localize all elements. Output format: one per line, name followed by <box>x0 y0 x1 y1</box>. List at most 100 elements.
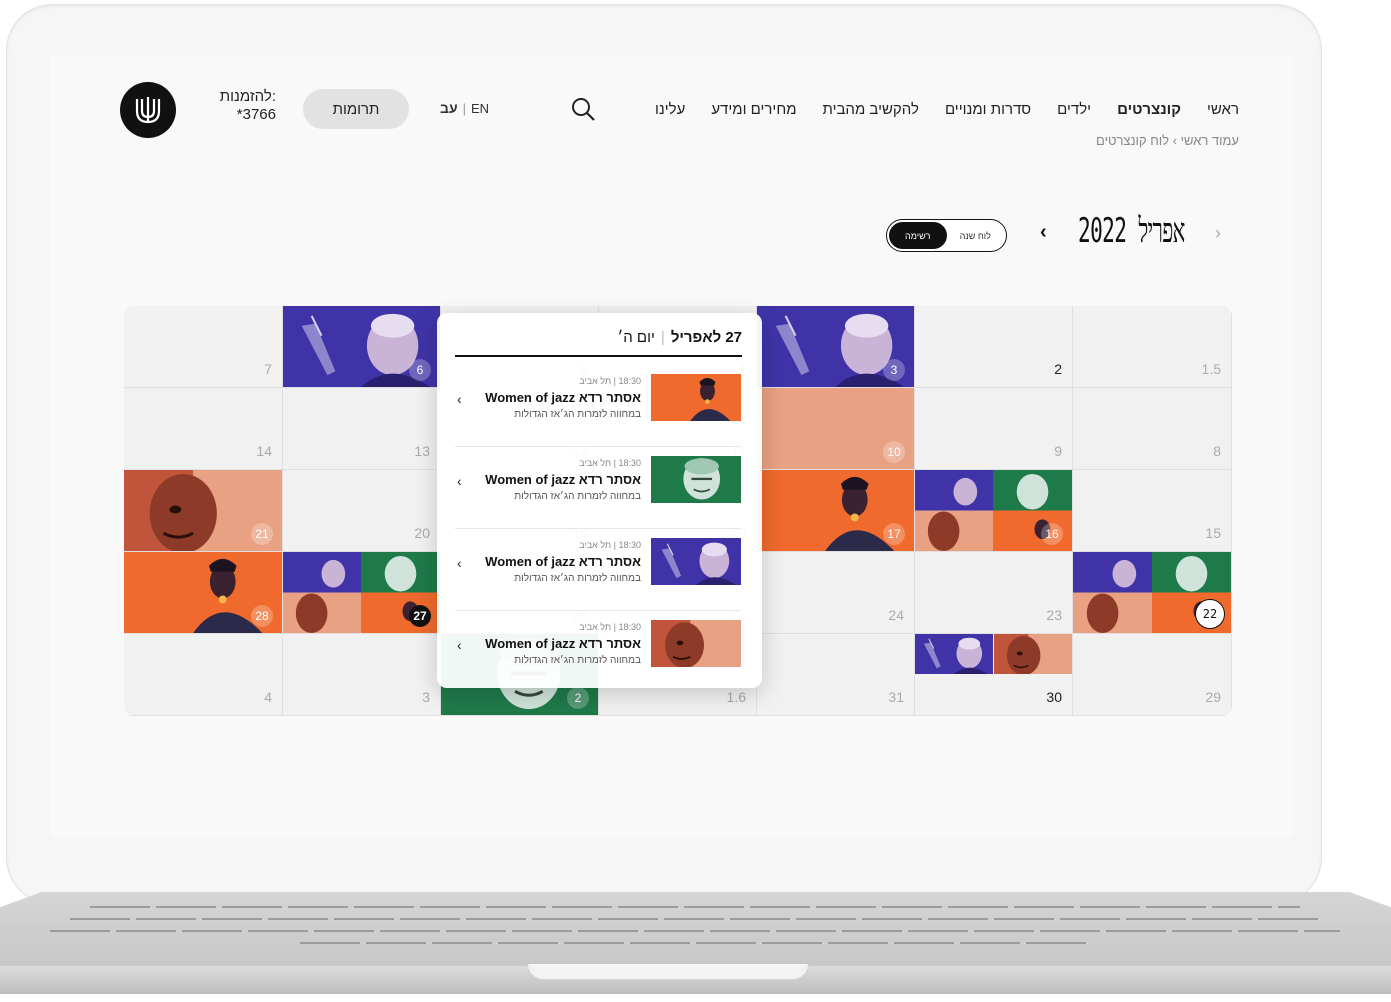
view-list-button[interactable]: רשימה <box>889 222 947 249</box>
event-subtitle: במחווה לזמרות הג׳אז הגדולות <box>514 655 641 666</box>
view-toggle: רשימה לוח שנה <box>886 219 1007 252</box>
lang-en-link[interactable]: EN <box>471 101 489 116</box>
orders-phone[interactable]: *3766 <box>200 106 276 124</box>
day-number: 3 <box>422 689 430 705</box>
event-thumbnail <box>651 456 741 503</box>
today-marker: 22 <box>1195 599 1225 629</box>
event-title: אסתר רדא Women of jazz <box>485 636 641 651</box>
day-number: 2 <box>567 687 589 709</box>
lang-he-link[interactable]: עב <box>440 100 458 116</box>
day-cell[interactable]: 1.5 <box>1073 306 1232 388</box>
breadcrumb: עמוד ראשי › לוח קונצרטים <box>1096 133 1239 148</box>
day-cell[interactable]: 22 <box>1073 552 1232 634</box>
chevron-left-icon[interactable]: ‹ <box>457 473 462 489</box>
nav-item-kids[interactable]: ילדים <box>1057 101 1091 118</box>
next-month-arrow[interactable]: › <box>1215 223 1221 244</box>
keyboard-row <box>70 918 1320 920</box>
popup-divider <box>455 355 742 357</box>
event-title: אסתר רדא Women of jazz <box>485 554 641 569</box>
day-number: 14 <box>256 443 272 459</box>
day-number: 8 <box>1213 443 1221 459</box>
day-number: 4 <box>264 689 272 705</box>
day-number: 7 <box>264 361 272 377</box>
day-cell[interactable]: 27 <box>282 552 441 634</box>
day-number: 6 <box>409 359 431 381</box>
nav-item-listen-home[interactable]: להקשיב מהבית <box>823 101 919 118</box>
popup-header: 27 לאפריל | יום ה׳ <box>617 329 742 346</box>
nav-item-home[interactable]: ראשי <box>1207 101 1239 118</box>
day-cell[interactable]: 24 <box>756 552 915 634</box>
day-cell[interactable]: 15 <box>1073 470 1232 552</box>
day-cell[interactable]: 6 <box>282 306 441 388</box>
event-subtitle: במחווה לזמרות הג׳אז הגדולות <box>514 573 641 584</box>
day-number: 9 <box>1054 443 1062 459</box>
menorah-icon <box>135 97 161 124</box>
lang-separator: | <box>462 101 467 116</box>
day-cell[interactable]: 10 <box>756 388 915 470</box>
day-cell[interactable]: 14 <box>124 388 283 470</box>
chevron-left-icon[interactable]: ‹ <box>457 391 462 407</box>
nav-item-concerts[interactable]: קונצרטים <box>1117 101 1181 118</box>
event-thumbnail <box>651 620 741 667</box>
day-number: 28 <box>251 605 273 627</box>
day-cell[interactable]: 20 <box>282 470 441 552</box>
day-cell[interactable]: 30 <box>914 634 1073 716</box>
day-number: 10 <box>883 441 905 463</box>
event-item[interactable]: 18:30 | תל אביב אסתר רדא Women of jazz ב… <box>455 611 741 688</box>
event-meta: 18:30 | תל אביב <box>579 540 641 550</box>
day-number: 1.5 <box>1201 361 1221 377</box>
popup-date: 27 לאפריל <box>670 329 742 346</box>
day-cell[interactable]: 28 <box>124 552 283 634</box>
event-time: 18:30 <box>618 458 641 468</box>
day-cell[interactable]: 8 <box>1073 388 1232 470</box>
day-cell[interactable]: 2 <box>914 306 1073 388</box>
day-cell[interactable]: 17 <box>756 470 915 552</box>
event-time: 18:30 <box>618 540 641 550</box>
language-switcher: עב | EN <box>440 100 489 116</box>
event-place: תל אביב <box>579 622 612 632</box>
day-cell[interactable]: 4 <box>124 634 283 716</box>
day-number: 31 <box>888 689 904 705</box>
keyboard-row <box>50 930 1340 932</box>
day-cell[interactable]: 13 <box>282 388 441 470</box>
prev-month-arrow[interactable]: ‹ <box>1040 221 1047 244</box>
event-meta: 18:30 | תל אביב <box>579 622 641 632</box>
view-year-button[interactable]: לוח שנה <box>947 222 1005 249</box>
day-cell[interactable]: 3 <box>282 634 441 716</box>
laptop-frame: להזמנות: *3766 תרומות עב | EN ראשי קונצרטי… <box>6 4 1322 904</box>
event-meta: 18:30 | תל אביב <box>579 376 641 386</box>
day-cell[interactable]: 9 <box>914 388 1073 470</box>
chevron-left-icon[interactable]: ‹ <box>457 555 462 571</box>
event-item[interactable]: 18:30 | תל אביב אסתר רדא Women of jazz ב… <box>455 365 741 447</box>
event-time: 18:30 <box>618 622 641 632</box>
event-place: תל אביב <box>579 376 612 386</box>
search-icon[interactable] <box>570 96 596 122</box>
event-item[interactable]: 18:30 | תל אביב אסתר רדא Women of jazz ב… <box>455 447 741 529</box>
nav-item-prices[interactable]: מחירים ומידע <box>711 101 796 118</box>
nav-item-series[interactable]: סדרות ומנויים <box>945 101 1031 118</box>
chevron-left-icon[interactable]: ‹ <box>457 637 462 653</box>
day-cell[interactable]: 21 <box>124 470 283 552</box>
nav-item-about[interactable]: עלינו <box>655 101 685 118</box>
day-cell[interactable]: 3 <box>756 306 915 388</box>
day-cell[interactable]: 23 <box>914 552 1073 634</box>
donate-button[interactable]: תרומות <box>303 89 409 129</box>
day-number: 3 <box>883 359 905 381</box>
browser-viewport: להזמנות: *3766 תרומות עב | EN ראשי קונצרטי… <box>50 55 1293 837</box>
keyboard-row <box>300 942 1090 944</box>
day-number: 23 <box>1046 607 1062 623</box>
laptop-notch <box>527 964 809 980</box>
day-number: 29 <box>1205 689 1221 705</box>
laptop-base <box>0 892 1391 1002</box>
popup-weekday: יום ה׳ <box>617 329 655 346</box>
day-number: 20 <box>414 525 430 541</box>
day-cell[interactable]: 31 <box>756 634 915 716</box>
day-number: 13 <box>414 443 430 459</box>
orchestra-logo[interactable] <box>120 82 176 138</box>
day-cell[interactable]: 7 <box>124 306 283 388</box>
day-cell[interactable]: 29 <box>1073 634 1232 716</box>
day-cell[interactable]: 16 <box>914 470 1073 552</box>
day-number: 16 <box>1041 523 1063 545</box>
day-number: 17 <box>883 523 905 545</box>
event-item[interactable]: 18:30 | תל אביב אסתר רדא Women of jazz ב… <box>455 529 741 611</box>
